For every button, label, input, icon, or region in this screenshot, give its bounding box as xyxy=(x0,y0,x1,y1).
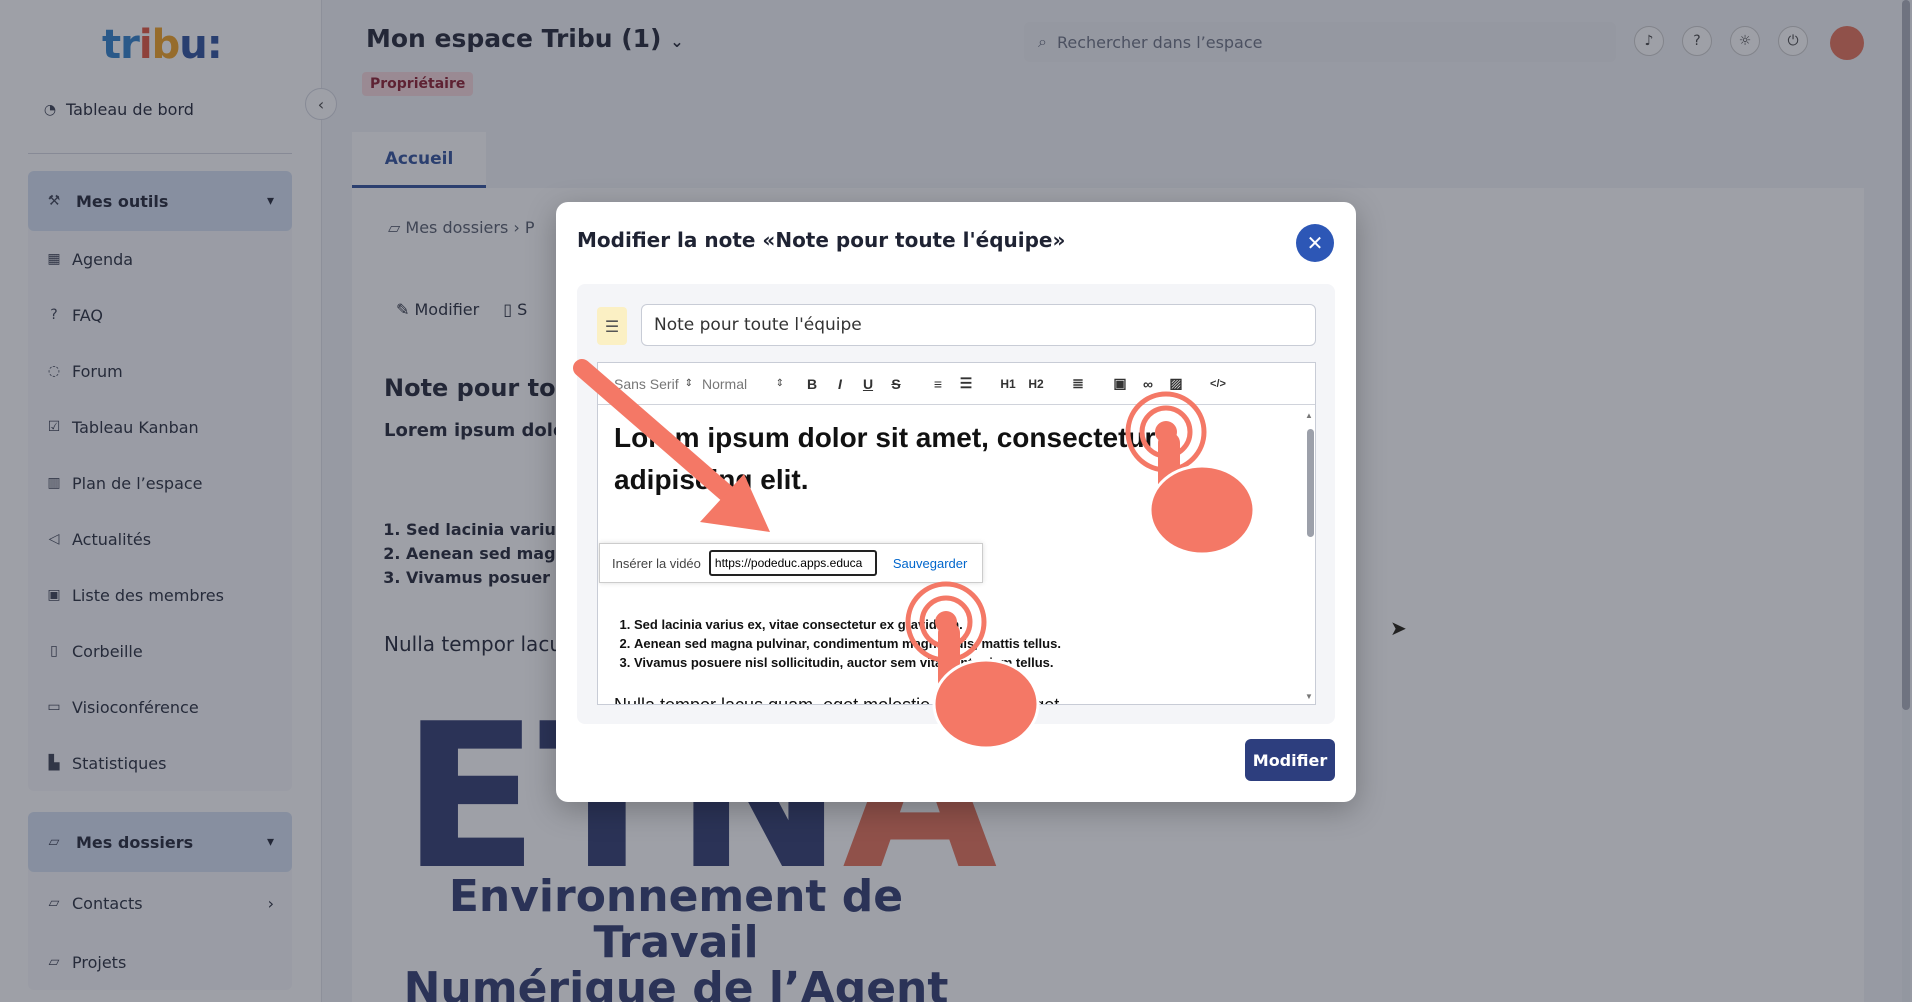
note-title-input[interactable] xyxy=(641,304,1316,346)
bullet-list-icon[interactable]: ☰ xyxy=(952,375,980,392)
strike-button[interactable]: S xyxy=(882,376,910,392)
underline-button[interactable]: U xyxy=(854,376,882,392)
select-arrows-icon: ⇕ xyxy=(775,378,784,389)
italic-button[interactable]: I xyxy=(826,376,854,392)
submit-modify-button[interactable]: Modifier xyxy=(1245,739,1335,781)
editor-scroll-thumb[interactable] xyxy=(1307,429,1314,537)
editor-list: Sed lacinia varius ex, vitae consectetur… xyxy=(634,615,1061,672)
modal-title: Modifier la note «Note pour toute l'équi… xyxy=(577,228,1066,252)
size-select[interactable]: Normal ⇕ xyxy=(702,376,798,392)
scroll-up-icon[interactable]: ▲ xyxy=(1305,411,1313,420)
video-embed-tooltip: Insérer la vidéo Sauvegarder xyxy=(599,543,983,583)
heading2-button[interactable]: H2 xyxy=(1022,377,1050,391)
font-select[interactable]: Sans Serif ⇕ xyxy=(614,376,702,392)
rich-text-editor: Sans Serif ⇕ Normal ⇕ B I U S ≡ ☰ H1 H2 ≣ … xyxy=(597,362,1316,705)
close-button[interactable]: ✕ xyxy=(1296,224,1334,262)
scroll-down-icon[interactable]: ▼ xyxy=(1305,692,1313,701)
close-icon: ✕ xyxy=(1306,231,1324,255)
editor-paragraph: Nulla tempor lacus quam, eget molestie l… xyxy=(614,695,1064,704)
list-item: Sed lacinia varius ex, vitae consectetur… xyxy=(634,615,1061,634)
video-label: Insérer la vidéo xyxy=(612,555,701,571)
editor-heading: Lorem ipsum dolor sit amet, consectetur … xyxy=(614,422,1156,495)
bold-button[interactable]: B xyxy=(798,376,826,392)
save-video-link[interactable]: Sauvegarder xyxy=(893,556,967,571)
select-arrows-icon: ⇕ xyxy=(684,378,693,389)
font-value: Sans Serif xyxy=(614,375,679,392)
editor-toolbar: Sans Serif ⇕ Normal ⇕ B I U S ≡ ☰ H1 H2 ≣ … xyxy=(598,363,1315,405)
size-value: Normal xyxy=(702,375,748,392)
editor-content[interactable]: Lorem ipsum dolor sit amet, consectetur … xyxy=(598,405,1317,704)
mouse-cursor-icon: ➤ xyxy=(1390,616,1407,640)
code-block-button[interactable]: </> xyxy=(1204,378,1232,390)
list-item: Vivamus posuere nisl sollicitudin, aucto… xyxy=(634,653,1061,672)
ordered-list-icon[interactable]: ≡ xyxy=(924,376,952,392)
edit-note-modal: Modifier la note «Note pour toute l'équi… xyxy=(556,202,1356,802)
note-icon: ☰ xyxy=(597,307,627,345)
image-icon[interactable]: ▨ xyxy=(1162,375,1190,392)
editor-scrollbar[interactable]: ▲ ▼ xyxy=(1305,411,1315,701)
video-url-input[interactable] xyxy=(708,550,877,576)
list-item: Aenean sed magna pulvinar, condimentum m… xyxy=(634,634,1061,653)
align-icon[interactable]: ≣ xyxy=(1064,375,1092,392)
link-icon[interactable]: ∞ xyxy=(1134,376,1162,392)
video-icon[interactable]: ▣ xyxy=(1106,375,1134,392)
modal-panel: ☰ Sans Serif⇕ Normal⇕ B I U S ≡ ☰ H1 H2 … xyxy=(577,284,1335,724)
heading1-button[interactable]: H1 xyxy=(994,377,1022,391)
